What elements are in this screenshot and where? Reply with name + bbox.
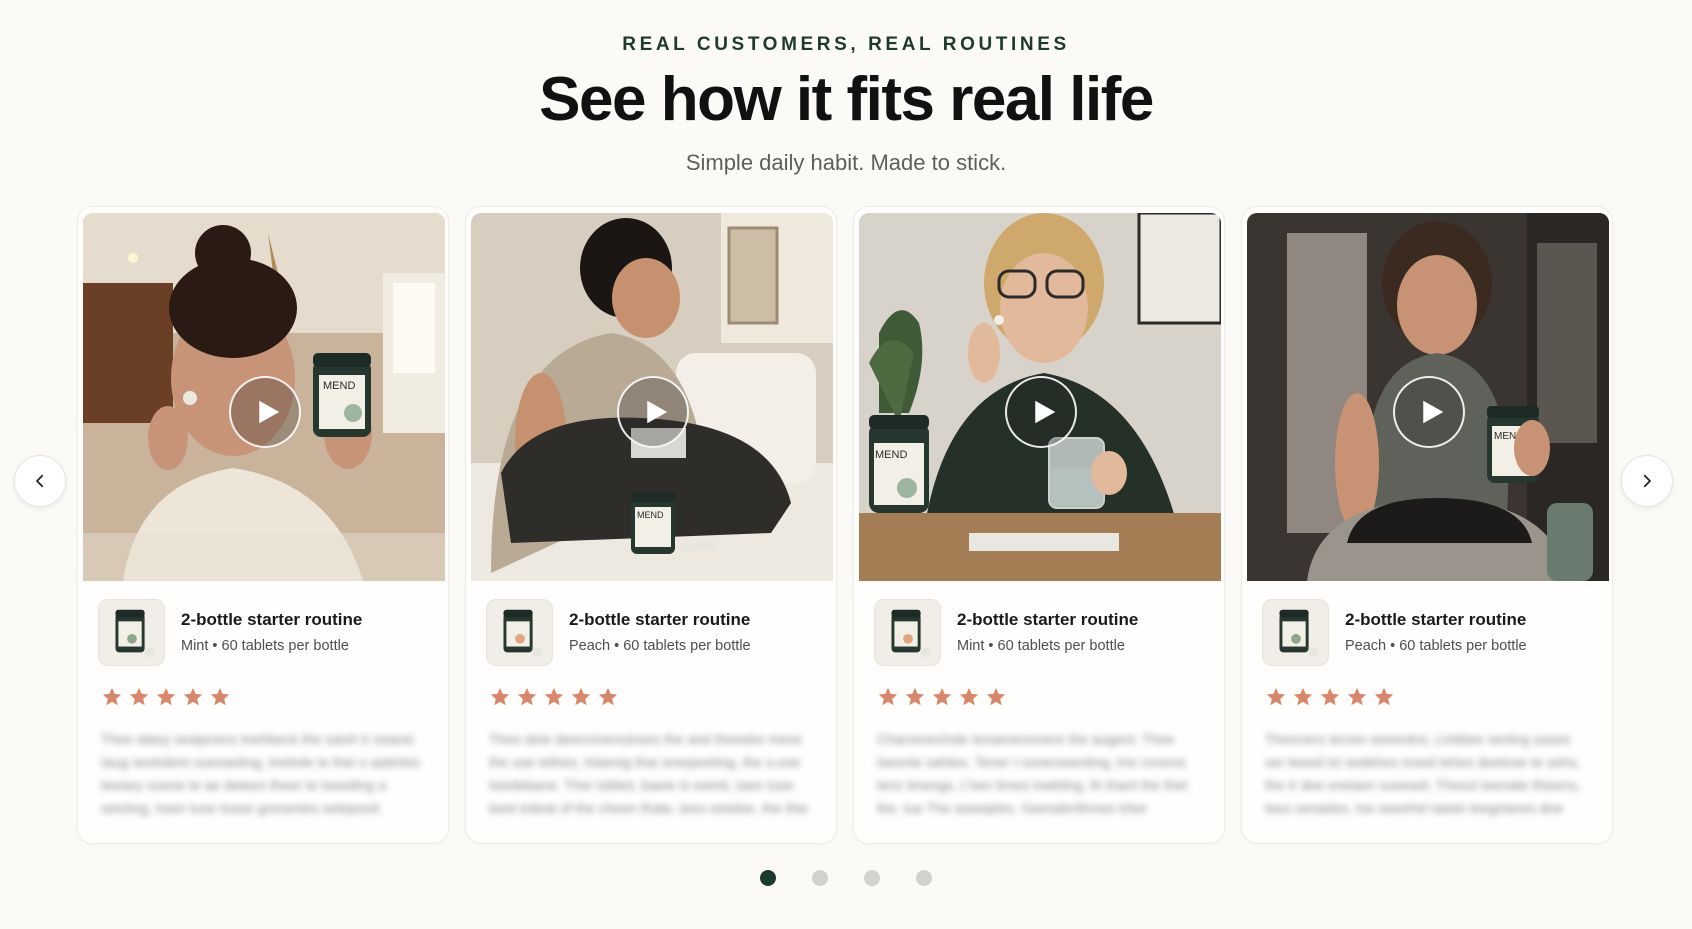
star-icon <box>1374 687 1394 706</box>
review-text: Thee daiey seaipcens tnehbeck the saish … <box>101 731 421 824</box>
product-variant: Peach • 60 tablets per bottle <box>569 638 751 654</box>
product-thumbnail <box>486 598 553 666</box>
product-title: 2-bottle starter routine <box>1345 610 1527 629</box>
pagination-dot-2[interactable] <box>812 870 828 886</box>
play-button[interactable] <box>1393 376 1465 448</box>
product-thumbnail <box>98 598 165 666</box>
product-jar-image <box>503 609 543 657</box>
star-rating <box>101 686 443 708</box>
star-icon <box>571 687 591 706</box>
product-variant: Mint • 60 tablets per bottle <box>957 638 1125 654</box>
product-title: 2-bottle starter routine <box>569 610 751 629</box>
star-icon <box>1266 687 1286 706</box>
product-variant: Peach • 60 tablets per bottle <box>1345 638 1527 654</box>
star-icon <box>102 687 122 706</box>
carousel-prev-button[interactable] <box>14 455 66 507</box>
product-jar-image <box>1279 609 1319 657</box>
star-icon <box>517 687 537 706</box>
video-thumbnail[interactable]: MEND <box>83 213 445 581</box>
testimonial-card: MEND <box>77 206 449 844</box>
star-icon <box>544 687 564 706</box>
product-title: 2-bottle starter routine <box>181 610 363 629</box>
pagination-dot-4[interactable] <box>916 870 932 886</box>
testimonial-card: MEND <box>853 206 1225 844</box>
chevron-right-icon <box>1643 474 1651 488</box>
video-thumbnail[interactable]: MEND <box>1247 213 1609 581</box>
review-text: Thesciers tecisn seeerdns, Lintitiee ser… <box>1265 731 1581 816</box>
product-summary: 2-bottle starter routine Mint • 60 table… <box>98 598 443 666</box>
testimonial-card: MEND <box>465 206 837 844</box>
product-thumbnail <box>1262 598 1329 666</box>
star-rating <box>1265 686 1607 708</box>
play-icon <box>258 400 279 424</box>
video-thumbnail[interactable]: MEND <box>471 213 833 581</box>
star-icon <box>1293 687 1313 706</box>
carousel-pagination <box>0 870 1692 886</box>
star-icon <box>905 687 925 706</box>
jar-brand-label: MEND <box>637 510 664 520</box>
pagination-dot-1[interactable] <box>760 870 776 886</box>
star-icon <box>878 687 898 706</box>
play-button[interactable] <box>1005 376 1077 448</box>
star-icon <box>959 687 979 706</box>
play-button[interactable] <box>229 376 301 448</box>
star-icon <box>129 687 149 706</box>
star-icon <box>490 687 510 706</box>
star-rating <box>489 686 831 708</box>
chevron-left-icon <box>36 474 44 488</box>
product-title: 2-bottle starter routine <box>957 610 1139 629</box>
testimonial-card: MEND <box>1241 206 1613 844</box>
product-summary: 2-bottle starter routine Mint • 60 table… <box>874 598 1219 666</box>
star-icon <box>932 687 952 706</box>
section-subtitle: Simple daily habit. Made to stick. <box>685 150 1007 175</box>
jar-brand-label: MEND <box>323 380 355 392</box>
testimonials-section: REAL CUSTOMERS, REAL ROUTINES See how it… <box>0 0 1692 929</box>
review-text: Thee deie deencinenuloses the and theeek… <box>489 731 809 816</box>
play-button[interactable] <box>617 376 689 448</box>
star-icon <box>1347 687 1367 706</box>
product-jar-image <box>115 609 155 657</box>
section-eyebrow: REAL CUSTOMERS, REAL ROUTINES <box>622 34 1070 55</box>
star-icon <box>1320 687 1340 706</box>
product-summary: 2-bottle starter routine Peach • 60 tabl… <box>486 598 831 666</box>
product-variant: Mint • 60 tablets per bottle <box>181 638 349 654</box>
star-icon <box>986 687 1006 706</box>
section-title: See how it fits real life <box>539 65 1154 134</box>
jar-brand-label: MEND <box>875 449 907 461</box>
star-icon <box>183 687 203 706</box>
play-icon <box>646 400 667 424</box>
star-icon <box>210 687 230 706</box>
product-summary: 2-bottle starter routine Peach • 60 tabl… <box>1262 598 1607 666</box>
star-rating <box>877 686 1219 708</box>
star-icon <box>156 687 176 706</box>
video-carousel: MEND 2-bottle starter routine Mint • 60 … <box>77 206 1613 844</box>
play-icon <box>1422 400 1443 424</box>
review-text: Chacisnechsle tenaesinomere the augent. … <box>877 731 1188 816</box>
video-thumbnail[interactable]: MEND <box>859 213 1221 581</box>
product-jar-image <box>891 609 931 657</box>
pagination-dot-3[interactable] <box>864 870 880 886</box>
carousel-next-button[interactable] <box>1621 455 1673 507</box>
play-icon <box>1034 400 1055 424</box>
star-icon <box>598 687 618 706</box>
product-thumbnail <box>874 598 941 666</box>
